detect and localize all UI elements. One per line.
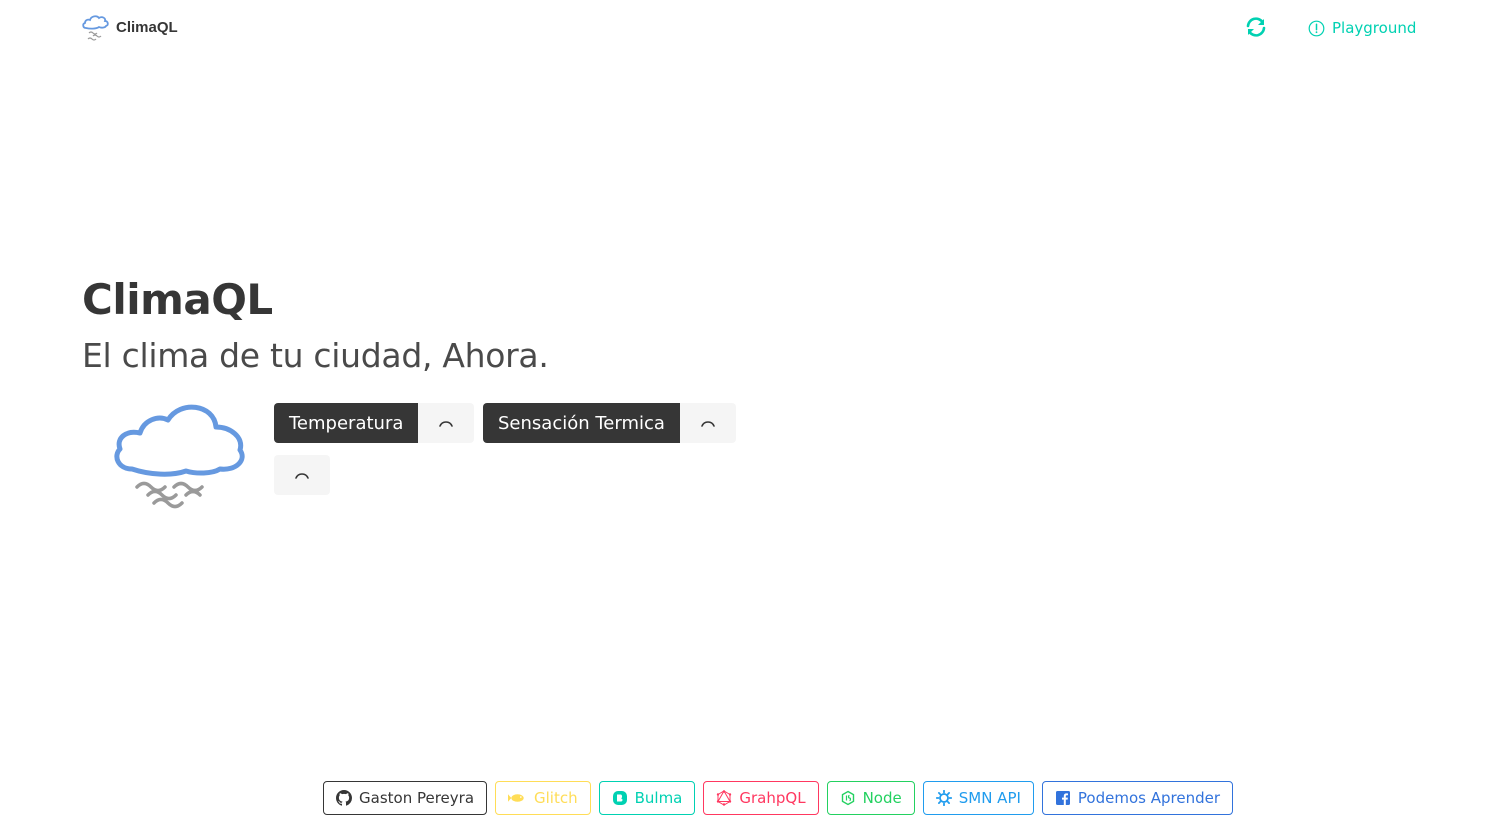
glitch-label: Glitch xyxy=(534,789,578,807)
github-label: Gaston Pereyra xyxy=(359,789,475,807)
smn-api-label: SMN API xyxy=(958,789,1021,807)
bulma-label: Bulma xyxy=(634,789,683,807)
loading-spinner-icon xyxy=(701,421,715,427)
graphql-label: GrahpQL xyxy=(739,789,806,807)
playground-link[interactable]: Playground xyxy=(1308,17,1416,39)
graphql-icon xyxy=(717,790,732,806)
bulma-icon xyxy=(612,791,627,805)
loading-spinner-icon xyxy=(439,421,454,427)
github-button[interactable]: Gaston Pereyra xyxy=(323,781,488,815)
refresh-icon[interactable] xyxy=(1244,15,1268,39)
extra-value-tag xyxy=(274,455,330,495)
info-circle-icon xyxy=(1308,20,1325,36)
brand-link[interactable]: ClimaQL xyxy=(81,11,178,43)
temperature-tag: Temperatura xyxy=(274,403,475,443)
feels-like-tag: Sensación Termica xyxy=(483,403,736,443)
extra-value xyxy=(274,455,330,495)
github-icon xyxy=(336,790,352,806)
fog-cloud-icon xyxy=(114,404,245,509)
footer-links: Gaston Pereyra Glitch Bulma GrahpQL Node… xyxy=(323,781,1234,815)
brand-name: ClimaQL xyxy=(116,18,178,36)
page-title: ClimaQL xyxy=(82,275,273,324)
glitch-button[interactable]: Glitch xyxy=(495,781,591,815)
cloud-fog-icon xyxy=(82,15,109,41)
node-js-icon xyxy=(841,790,854,806)
facebook-icon xyxy=(1055,791,1070,805)
smn-api-button[interactable]: SMN API xyxy=(922,781,1034,815)
node-label: Node xyxy=(862,789,902,807)
sun-icon xyxy=(935,790,952,806)
feels-like-value xyxy=(679,403,736,443)
feels-like-label: Sensación Termica xyxy=(483,403,680,443)
podemos-aprender-label: Podemos Aprender xyxy=(1077,789,1221,807)
bulma-button[interactable]: Bulma xyxy=(598,781,696,815)
temperature-value xyxy=(418,403,475,443)
temperature-label: Temperatura xyxy=(274,403,419,443)
loading-spinner-icon xyxy=(295,473,309,479)
podemos-aprender-button[interactable]: Podemos Aprender xyxy=(1041,781,1234,815)
fish-icon xyxy=(508,794,524,802)
node-button[interactable]: Node xyxy=(826,781,915,815)
playground-label: Playground xyxy=(1332,19,1417,37)
graphql-button[interactable]: GrahpQL xyxy=(703,781,819,815)
navbar: ClimaQL Playground xyxy=(0,0,1491,56)
page-subtitle: El clima de tu ciudad, Ahora. xyxy=(82,336,549,375)
